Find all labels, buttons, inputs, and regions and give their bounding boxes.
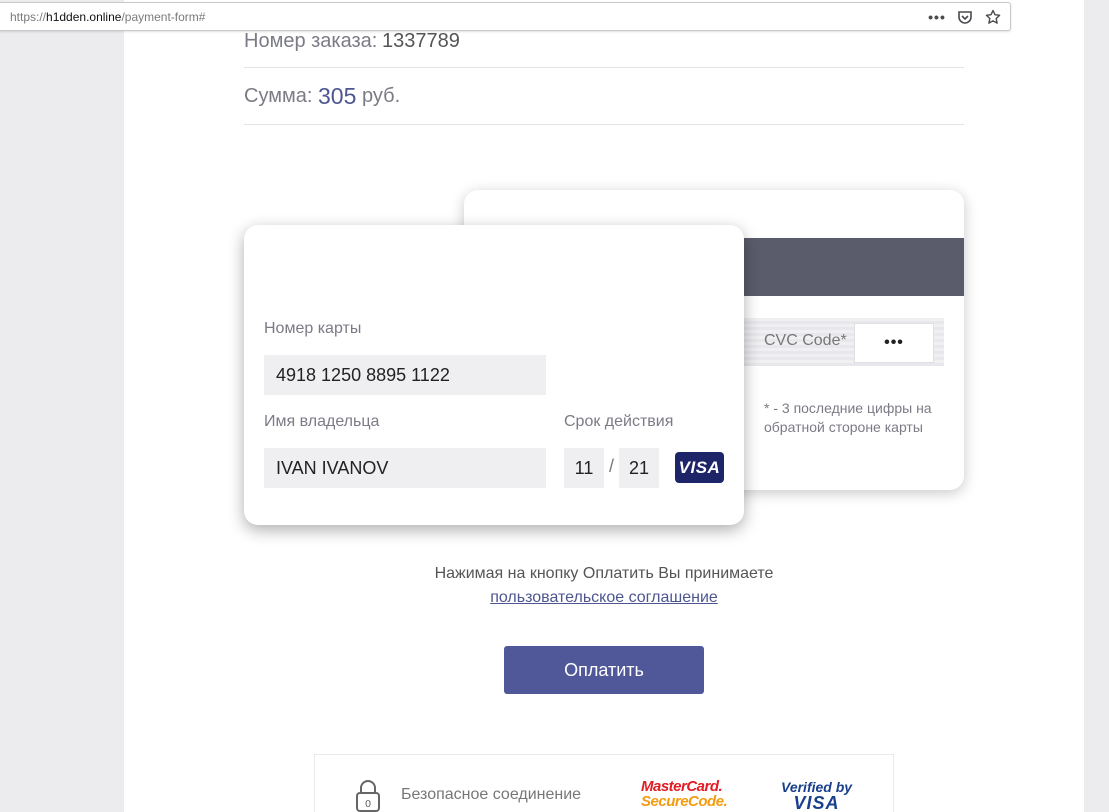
cardholder-label: Имя владельца — [264, 413, 380, 430]
security-badges: 0 Безопасное соединение MasterCard. Secu… — [314, 754, 894, 812]
mastercard-securecode-logo: MasterCard. SecureCode. — [641, 778, 728, 810]
payment-page: Номер заказа: 1337789 Сумма: 305 руб. CV… — [124, 0, 1084, 812]
order-number-label: Номер заказа: — [244, 30, 378, 52]
expiry-label: Срок действия — [564, 413, 674, 430]
expiry-month-input[interactable]: 11 — [564, 448, 604, 488]
lock-icon: 0 — [356, 780, 380, 812]
card-number-label: Номер карты — [264, 320, 362, 337]
order-number-value: 1337789 — [382, 30, 460, 52]
url-host: h1dden.online — [46, 9, 122, 24]
verified-by-visa-logo: Verified by VISA — [781, 779, 852, 812]
order-sum-row: Сумма: 305 руб. — [244, 68, 964, 125]
expiry-separator: / — [608, 456, 614, 476]
pay-button[interactable]: Оплатить — [504, 646, 704, 694]
mastercard-line2: SecureCode. — [641, 793, 728, 810]
card-number-input[interactable]: 4918 1250 8895 1122 — [264, 355, 546, 395]
mastercard-line1: MasterCard. — [641, 778, 723, 795]
sum-amount: 305 — [318, 83, 357, 109]
sum-label: Сумма: — [244, 85, 313, 107]
url-path: /payment-form# — [121, 9, 206, 24]
pocket-icon[interactable] — [956, 8, 974, 26]
cvc-label: CVC Code* — [764, 332, 847, 349]
secure-connection-text: Безопасное соединение — [401, 786, 582, 803]
url-scheme: https:// — [10, 9, 47, 24]
page-actions-icon[interactable]: ••• — [928, 8, 946, 26]
sum-currency: руб. — [362, 85, 401, 107]
agreement-text: Нажимая на кнопку Оплатить Вы принимаете — [434, 565, 774, 582]
bookmark-star-icon[interactable] — [984, 8, 1002, 26]
cardholder-input[interactable]: IVAN IVANOV — [264, 448, 546, 488]
card-front: Номер карты 4918 1250 8895 1122 Имя влад… — [244, 225, 744, 525]
url-bar[interactable]: https://h1dden.online/payment-form# ••• — [0, 2, 1011, 31]
url-text[interactable]: https://h1dden.online/payment-form# — [10, 10, 928, 24]
expiry-year-input[interactable]: 21 — [619, 448, 659, 488]
cvc-note: * - 3 последние цифры на обратной сторон… — [764, 400, 932, 435]
lock-digit: 0 — [365, 799, 371, 810]
visa-logo: VISA — [675, 452, 724, 483]
verified-visa-line: VISA — [793, 793, 840, 812]
cvc-input[interactable]: ••• — [854, 323, 934, 363]
user-agreement-link[interactable]: пользовательское соглашение — [490, 589, 718, 606]
